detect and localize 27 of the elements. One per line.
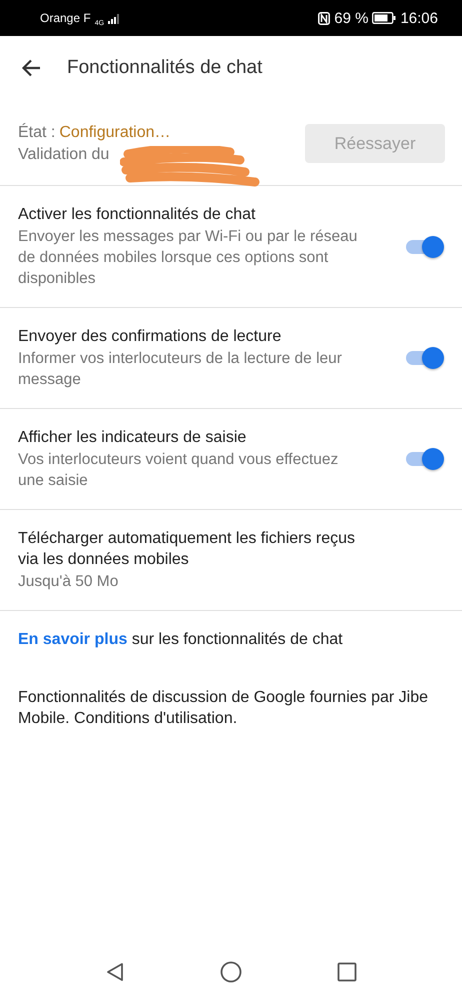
status-label: État : [18, 122, 56, 142]
setting-summary: Vos interlocuteurs voient quand vous effectuez une saisie [18, 450, 340, 491]
setting-title: Afficher les indicateurs de saisie [18, 428, 248, 448]
setting-title: Télécharger automatiquement les fichiers reçus via les données mobiles [18, 529, 356, 570]
setting-summary: Envoyer les messages par Wi-Fi ou par le réseau de données mobiles lorsque ces options sont disponibles [18, 227, 358, 289]
toggle-switch[interactable] [406, 346, 444, 370]
setting-title: Activer les fonctionnalités de chat [18, 205, 256, 225]
carrier-name: Orange F [40, 11, 91, 25]
recents-nav-icon[interactable] [336, 962, 357, 982]
setting-summary: Informer vos interlocuteurs de la lecture de leur message [18, 349, 343, 390]
battery-icon [372, 12, 396, 24]
learn-more-link[interactable]: En savoir plus [18, 631, 128, 648]
footer-text: Fonctionnalités de discussion de Google fournies par Jibe Mobile. Conditions d'utilisation. [18, 689, 428, 727]
learn-more-text: En savoir plus sur les fonctionnalités de chat [18, 631, 343, 648]
status-detail: Validation du [18, 144, 110, 164]
nfc-icon [318, 12, 330, 24]
screen-title: Fonctionnalités de chat [67, 57, 262, 79]
back-nav-icon[interactable] [105, 962, 126, 982]
clock: 16:06 [400, 10, 438, 26]
toggle-switch[interactable] [406, 447, 444, 471]
home-nav-icon[interactable] [220, 961, 242, 983]
battery-percent: 69 % [334, 10, 368, 26]
status-value: Configuration… [59, 122, 171, 142]
setting-summary: Jusqu'à 50 Mo [18, 572, 120, 592]
toggle-switch[interactable] [406, 234, 444, 258]
setting-title: Envoyer des confirmations de lecture [18, 327, 282, 347]
back-button[interactable] [21, 59, 43, 77]
